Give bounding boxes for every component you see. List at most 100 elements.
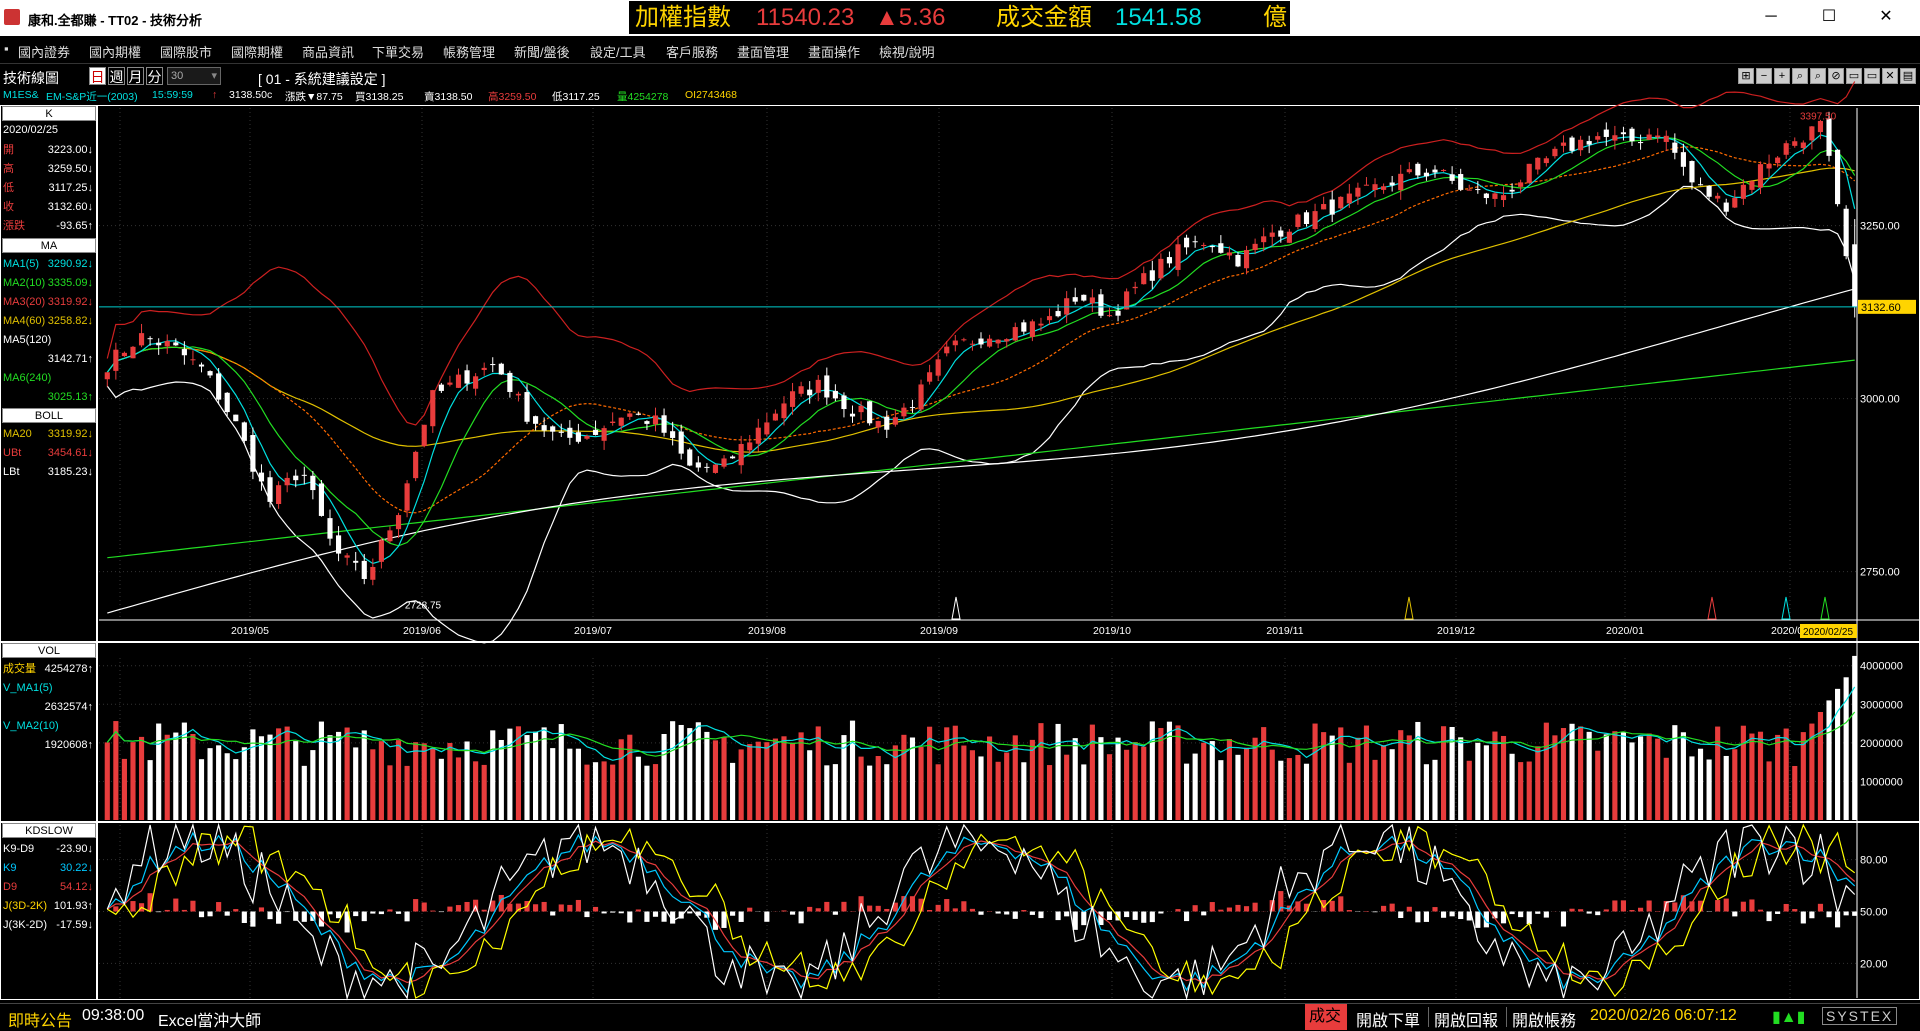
signal-marker-icon [1708, 597, 1716, 619]
ma5-line [107, 135, 1854, 564]
kd-diff-bar [370, 912, 375, 914]
candle-body [636, 414, 641, 415]
candle-body [1167, 257, 1172, 263]
kd-diff-bar [978, 912, 983, 915]
candle-body [139, 333, 144, 345]
volume-bar [1287, 758, 1292, 820]
volume-bar [1826, 700, 1831, 820]
announce-text[interactable]: Excel當沖大師 [158, 1007, 261, 1031]
kd-diff-bar [841, 902, 846, 912]
kd-diff-bar [182, 910, 187, 912]
kd-diff-bar [1775, 912, 1780, 914]
status-bar: 即時公告 09:38:00 Excel當沖大師 成交 開啟下單 開啟回報 開啟帳… [0, 1003, 1920, 1030]
volume-bar [319, 722, 324, 820]
kd-diff-bar [1826, 912, 1831, 918]
volume-bar [1715, 727, 1720, 820]
kd-diff-bar [1672, 902, 1677, 911]
volume-bar [379, 741, 384, 820]
candle-body [1664, 136, 1669, 142]
volume-bar [1501, 736, 1506, 820]
kd-diff-bar [593, 907, 598, 912]
kd-diff-bar [1227, 908, 1232, 912]
candle-body [644, 421, 649, 424]
volume-bar [1647, 733, 1652, 820]
candle-body [1835, 150, 1840, 204]
kd-diff-bar [833, 912, 838, 915]
kd-diff-bar [1741, 902, 1746, 912]
kd-diff-bar [1595, 912, 1600, 916]
candle-body [310, 476, 315, 490]
boll-upper-band [107, 82, 1854, 426]
candle-body [567, 428, 572, 438]
candle-body [576, 432, 581, 442]
candle-body [679, 432, 684, 454]
volume-bar [482, 765, 487, 820]
kd-diff-bar [396, 912, 401, 914]
kd-diff-bar [1244, 906, 1249, 911]
candle-body [1561, 143, 1566, 146]
kd-diff-bar [610, 912, 615, 913]
volume-bar [704, 732, 709, 820]
kd-diff-bar [302, 912, 307, 922]
kd-diff-bar [1818, 904, 1823, 912]
candle-body [1672, 143, 1677, 153]
candle-body [1715, 196, 1720, 199]
kd-diff-bar [233, 909, 238, 911]
kd-diff-bar [730, 912, 735, 916]
kd-diff-bar [1612, 900, 1617, 911]
kd-diff-bar [867, 906, 872, 912]
candle-body [1826, 118, 1831, 155]
kd-diff-bar [310, 912, 315, 921]
candle-body [721, 458, 726, 466]
kd-diff-bar [1792, 909, 1797, 911]
candle-body [1527, 164, 1532, 183]
kd-diff-bar [927, 910, 932, 912]
candle-body [1158, 259, 1163, 278]
announce-label[interactable]: 即時公告 [8, 1007, 72, 1031]
volume-bar [233, 759, 238, 820]
candle-body [379, 540, 384, 561]
candle-body [1707, 186, 1712, 197]
volume-bar [636, 757, 641, 820]
volume-bar [1133, 742, 1138, 820]
kd-diff-bar [1561, 912, 1566, 927]
volume-bar [1201, 743, 1206, 820]
candle-body [1038, 324, 1043, 326]
volume-bar [721, 737, 726, 820]
candle-body [345, 555, 350, 557]
candle-body [319, 483, 324, 515]
candle-body [267, 477, 272, 502]
candle-body [464, 370, 469, 383]
kd-diff-bar [1133, 912, 1138, 920]
candle-body [1612, 135, 1617, 140]
open-report-button[interactable]: 開啟回報 [1434, 1007, 1498, 1031]
chart-canvas[interactable]: 3132.603250.003000.002750.003397.502728.… [0, 0, 1920, 1003]
candle-body [327, 518, 332, 539]
kd-diff-bar [799, 912, 804, 924]
kd-diff-bar [1501, 912, 1506, 924]
candle-body [1552, 149, 1557, 156]
volume-bar [1081, 764, 1086, 820]
volume-bar [901, 735, 906, 820]
kd-diff-bar [824, 902, 829, 912]
volume-bar [1775, 735, 1780, 820]
volume-bar [208, 748, 213, 820]
kd-diff-bar [764, 912, 769, 922]
volume-bar [1527, 762, 1532, 820]
candle-body [1004, 339, 1009, 341]
kd-diff-bar [602, 912, 607, 914]
low-label: 2728.75 [405, 600, 442, 611]
candle-body [704, 467, 709, 468]
volume-bar [1090, 725, 1095, 820]
candle-body [756, 428, 761, 444]
open-order-button[interactable]: 開啟下單 [1356, 1007, 1420, 1031]
open-account-button[interactable]: 開啟帳務 [1512, 1007, 1576, 1031]
kd-diff-bar [1124, 912, 1129, 918]
candle-body [1372, 184, 1377, 190]
volume-bar [1749, 734, 1754, 820]
candle-body [396, 515, 401, 529]
volume-bar [764, 742, 769, 820]
candle-body [285, 478, 290, 485]
volume-bar [1381, 745, 1386, 820]
trade-badge[interactable]: 成交 [1305, 1004, 1347, 1030]
